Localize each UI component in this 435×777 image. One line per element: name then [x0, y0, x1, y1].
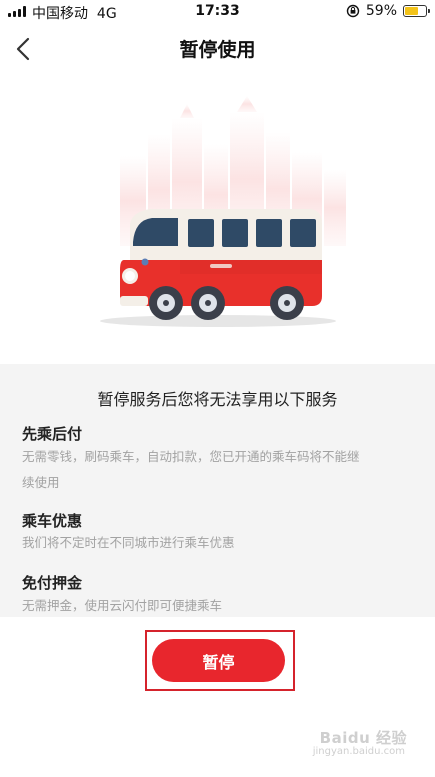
battery-percent: 59% — [365, 3, 397, 19]
nav-bar: 暂停使用 — [0, 24, 435, 74]
page-title: 暂停使用 — [179, 39, 256, 61]
service-desc-no-deposit: 无需押金，使用云闪付即可便捷乘车 — [22, 598, 223, 613]
services-heading: 暂停服务后您将无法享用以下服务 — [97, 390, 338, 409]
bus — [120, 209, 322, 320]
hero-illustration — [0, 74, 435, 364]
service-name-pay-later: 先乘后付 — [22, 425, 83, 443]
service-name-ride-discount: 乘车优惠 — [22, 512, 83, 530]
watermark-url: jingyan.baidu.com — [312, 746, 405, 757]
services-section: 暂停服务后您将无法享用以下服务 先乘后付 无需零钱，刷码乘车，自动扣款，您已开通… — [0, 364, 435, 617]
status-bar: 中国移动 4G 17:33 59% — [0, 0, 435, 24]
pause-button[interactable]: 暂停 — [152, 639, 285, 682]
bus-illustration — [100, 96, 346, 327]
battery-icon — [403, 5, 430, 17]
watermark-logo: Baidu 经验 — [319, 729, 407, 747]
service-desc-pay-later: 无需零钱，刷码乘车，自动扣款，您已开通的乘车码将不能继 续使用 — [22, 449, 360, 490]
orientation-lock-icon — [346, 4, 360, 18]
service-desc-ride-discount: 我们将不定时在不同城市进行乘车优惠 — [22, 535, 235, 550]
battery-level-fill — [405, 7, 418, 15]
service-name-no-deposit: 免付押金 — [22, 574, 83, 592]
